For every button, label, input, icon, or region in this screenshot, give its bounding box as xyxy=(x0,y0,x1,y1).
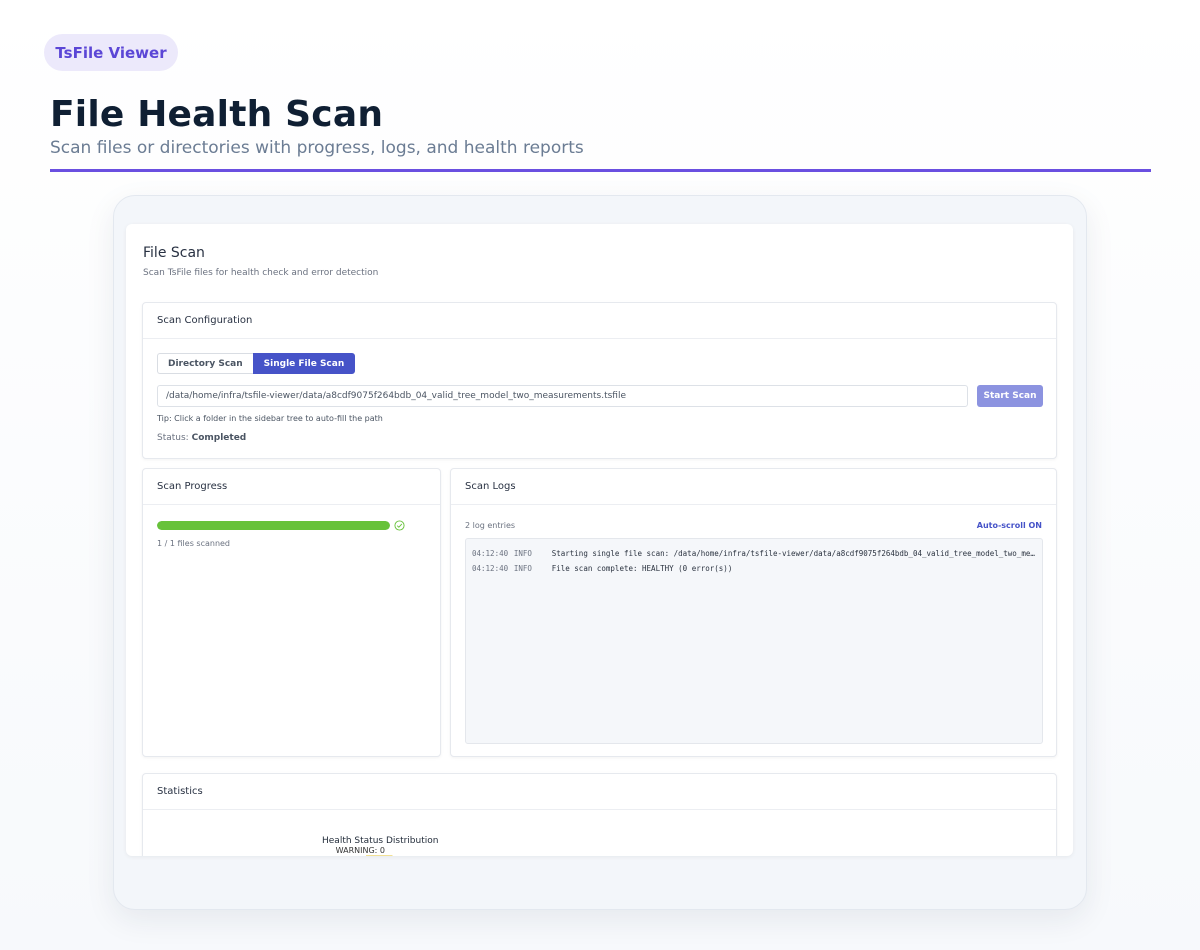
status-value: Completed xyxy=(191,433,247,443)
card-heading: Scan Logs xyxy=(451,469,1056,505)
log-level: INFO xyxy=(513,564,532,573)
log-time: 04:12:40 xyxy=(472,549,509,558)
scan-status: Status: Completed xyxy=(157,433,246,443)
status-label: Status: xyxy=(157,433,189,443)
app-title: File Scan xyxy=(143,245,205,261)
progress-text: 1 / 1 files scanned xyxy=(157,539,231,548)
scan-configuration-card: Scan Configuration Directory Scan Single… xyxy=(142,302,1057,459)
health-status-chart: WARNING: 0 xyxy=(336,846,393,856)
progress-bar-fill xyxy=(157,521,390,530)
card-heading: Scan Progress xyxy=(143,469,440,505)
start-scan-button[interactable]: Start Scan xyxy=(977,385,1043,407)
path-input[interactable] xyxy=(157,385,968,407)
app-description: Scan TsFile files for health check and e… xyxy=(143,268,379,278)
scan-mode-toggle: Directory Scan Single File Scan xyxy=(157,353,356,374)
chart-bar-label: WARNING: 0 xyxy=(336,846,385,855)
log-entry: 04:12:40 INFO Starting single file scan:… xyxy=(472,546,1036,561)
statistics-body: Health Status Distribution WARNING: 0 xyxy=(143,810,1056,856)
log-message: File scan complete: HEALTHY (0 error(s)) xyxy=(551,564,733,573)
tab-directory-scan[interactable]: Directory Scan xyxy=(157,353,253,374)
brand-pill: TsFile Viewer xyxy=(44,34,178,71)
log-output[interactable]: 04:12:40 INFO Starting single file scan:… xyxy=(465,538,1043,744)
log-time: 04:12:40 xyxy=(472,564,509,573)
check-circle-icon xyxy=(394,520,405,531)
progress-bar xyxy=(157,521,390,530)
page-subtitle: Scan files or directories with progress,… xyxy=(50,138,584,158)
scan-logs-card: Scan Logs 2 log entries Auto-scroll ON 0… xyxy=(450,468,1057,757)
path-tip: Tip: Click a folder in the sidebar tree … xyxy=(157,414,383,423)
app-window: File Scan Scan TsFile files for health c… xyxy=(126,224,1073,856)
auto-scroll-toggle[interactable]: Auto-scroll ON xyxy=(977,521,1042,530)
page-title: File Health Scan xyxy=(50,94,384,135)
log-message: Starting single file scan: /data/home/in… xyxy=(551,549,1036,558)
log-count: 2 log entries xyxy=(465,521,516,530)
tab-single-file-scan[interactable]: Single File Scan xyxy=(252,353,356,374)
title-divider xyxy=(50,169,1151,172)
log-level: INFO xyxy=(513,549,532,558)
scan-progress-card: Scan Progress 1 / 1 files scanned xyxy=(142,468,441,757)
log-entry: 04:12:40 INFO File scan complete: HEALTH… xyxy=(472,561,1036,576)
card-heading: Scan Configuration xyxy=(143,303,1056,339)
card-heading: Statistics xyxy=(143,774,1056,810)
statistics-card: Statistics Health Status Distribution WA… xyxy=(142,773,1057,856)
